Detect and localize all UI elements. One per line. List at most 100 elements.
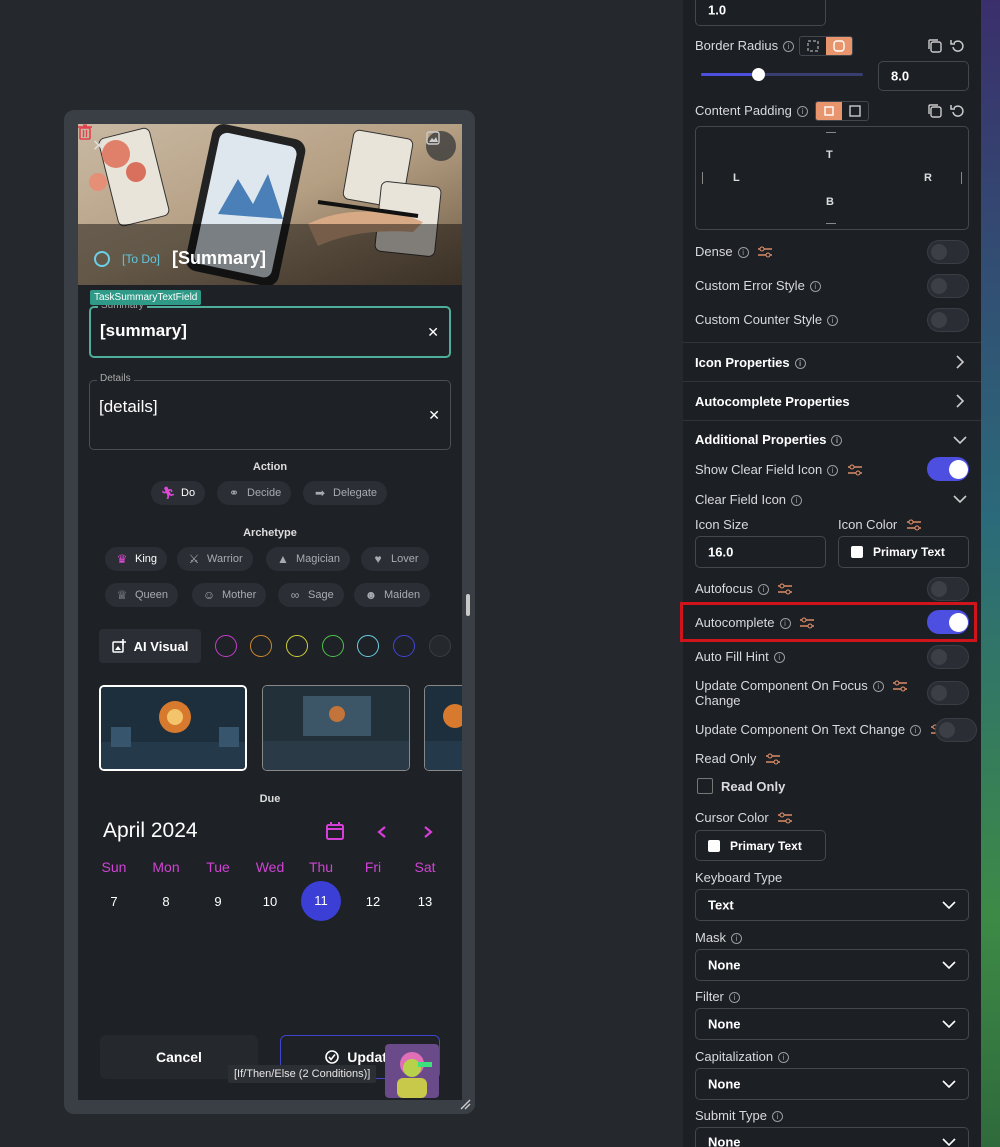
chip-lover[interactable]: ♥ Lover	[361, 547, 429, 571]
chevron-left-icon[interactable]	[376, 825, 388, 839]
calendar-day[interactable]: 10	[250, 894, 290, 909]
copy-icon[interactable]	[927, 103, 943, 119]
color-swatch[interactable]	[286, 635, 308, 657]
filter-select[interactable]: None	[695, 1008, 969, 1040]
color-swatch[interactable]	[357, 635, 379, 657]
chevron-down-icon[interactable]	[953, 435, 967, 445]
slider-settings-icon[interactable]	[758, 246, 773, 258]
chevron-down-icon[interactable]	[953, 494, 967, 504]
mask-select[interactable]: None	[695, 949, 969, 981]
info-icon[interactable]: i	[773, 652, 785, 663]
custom-counter-toggle[interactable]	[927, 308, 969, 332]
info-icon[interactable]: i	[731, 933, 743, 944]
auto-fill-hint-toggle[interactable]	[927, 645, 969, 669]
chip-queen[interactable]: ♕ Queen	[105, 583, 179, 607]
info-icon[interactable]: i	[794, 358, 806, 369]
chevron-right-icon[interactable]	[955, 355, 965, 369]
icon-properties-section[interactable]: Icon Properties i	[695, 355, 806, 370]
info-icon[interactable]: i	[827, 315, 839, 326]
clear-icon[interactable]: ✕	[427, 324, 439, 341]
clear-field-icon-row[interactable]: Clear Field Icon i	[695, 492, 803, 507]
show-clear-icon-toggle[interactable]	[927, 457, 969, 481]
status-circle-icon[interactable]	[94, 250, 110, 267]
calendar-day[interactable]: 12	[353, 894, 393, 909]
padding-right-label[interactable]: R	[924, 172, 932, 184]
details-field[interactable]: Details [details] ✕	[89, 373, 451, 450]
chip-sage[interactable]: ∞ Sage	[278, 583, 344, 607]
dense-toggle[interactable]	[927, 240, 969, 264]
chip-decide[interactable]: ⚭ Decide	[217, 481, 292, 505]
slider-settings-icon[interactable]	[778, 583, 793, 595]
info-icon[interactable]: i	[831, 435, 843, 446]
info-icon[interactable]: i	[796, 106, 808, 117]
preview-scrollbar[interactable]	[466, 594, 470, 616]
slider-settings-icon[interactable]	[766, 753, 781, 765]
slider-settings-icon[interactable]	[906, 519, 921, 531]
chip-do[interactable]: 🏃︎ Do	[151, 481, 206, 505]
visual-thumbnail[interactable]	[424, 685, 462, 771]
reset-icon[interactable]	[950, 103, 966, 119]
padding-sides-icon[interactable]	[816, 102, 842, 120]
padding-bottom-label[interactable]: B	[826, 196, 834, 208]
info-icon[interactable]: i	[757, 584, 769, 595]
color-swatch[interactable]	[322, 635, 344, 657]
additional-properties-section[interactable]: Additional Properties i	[695, 432, 843, 447]
info-icon[interactable]: i	[737, 247, 749, 258]
chip-king[interactable]: ♛ King	[105, 547, 168, 571]
info-icon[interactable]: i	[772, 1111, 784, 1122]
padding-editor[interactable]: T L R B	[695, 126, 969, 230]
slider-knob[interactable]	[751, 68, 765, 81]
trash-icon[interactable]	[78, 124, 92, 140]
custom-error-toggle[interactable]	[927, 274, 969, 298]
info-icon[interactable]: i	[809, 281, 821, 292]
slider-settings-icon[interactable]	[893, 680, 908, 692]
corner-single-icon[interactable]	[826, 37, 852, 55]
color-swatch[interactable]	[429, 635, 451, 657]
padding-bottom-handle[interactable]	[826, 223, 836, 224]
corner-all-icon[interactable]	[800, 37, 826, 55]
calendar-day[interactable]: 7	[94, 894, 134, 909]
capitalization-select[interactable]: None	[695, 1068, 969, 1100]
chip-magician[interactable]: ▲ Magician	[266, 547, 351, 571]
info-icon[interactable]: i	[910, 725, 922, 736]
calendar-day[interactable]: 9	[198, 894, 238, 909]
info-icon[interactable]: i	[778, 1052, 790, 1063]
color-swatch[interactable]	[250, 635, 272, 657]
icon-size-input[interactable]: 16.0	[695, 536, 826, 568]
resize-handle-icon[interactable]	[459, 1098, 471, 1110]
color-swatch[interactable]	[393, 635, 415, 657]
update-on-text-toggle[interactable]	[935, 718, 977, 742]
slider-settings-icon[interactable]	[778, 812, 793, 824]
calendar-day[interactable]: 13	[405, 894, 445, 909]
clear-icon[interactable]: ✕	[428, 407, 440, 424]
visual-thumbnail-selected[interactable]	[99, 685, 247, 771]
top-value-input[interactable]: 1.0	[695, 0, 826, 26]
chip-delegate[interactable]: ➡︎ Delegate	[303, 481, 388, 505]
submit-type-select[interactable]: None	[695, 1127, 969, 1147]
padding-all-icon[interactable]	[842, 102, 868, 120]
chevron-right-icon[interactable]	[422, 825, 434, 839]
chip-warrior[interactable]: ⚔ Warrior	[177, 547, 253, 571]
info-icon[interactable]: i	[791, 495, 803, 506]
calendar-day[interactable]: 8	[146, 894, 186, 909]
info-icon[interactable]: i	[783, 41, 795, 52]
border-radius-slider[interactable]	[701, 67, 863, 83]
padding-top-handle[interactable]	[826, 132, 836, 133]
autofocus-toggle[interactable]	[927, 577, 969, 601]
image-icon[interactable]	[426, 131, 456, 161]
padding-top-label[interactable]: T	[826, 149, 833, 161]
summary-field[interactable]: Summary [summary] ✕	[89, 300, 451, 358]
read-only-checkbox[interactable]	[697, 778, 713, 794]
padding-left-handle[interactable]	[702, 172, 703, 184]
keyboard-type-select[interactable]: Text	[695, 889, 969, 921]
border-radius-mode-toggle[interactable]	[799, 36, 853, 56]
cursor-color-picker[interactable]: Primary Text	[695, 830, 826, 861]
calendar-icon[interactable]	[325, 821, 345, 841]
color-swatch[interactable]	[215, 635, 237, 657]
info-icon[interactable]: i	[728, 992, 740, 1003]
visual-thumbnail[interactable]	[262, 685, 410, 771]
copy-icon[interactable]	[927, 38, 943, 54]
icon-color-picker[interactable]: Primary Text	[838, 536, 969, 568]
border-radius-input[interactable]: 8.0	[878, 61, 969, 91]
chevron-right-icon[interactable]	[955, 394, 965, 408]
